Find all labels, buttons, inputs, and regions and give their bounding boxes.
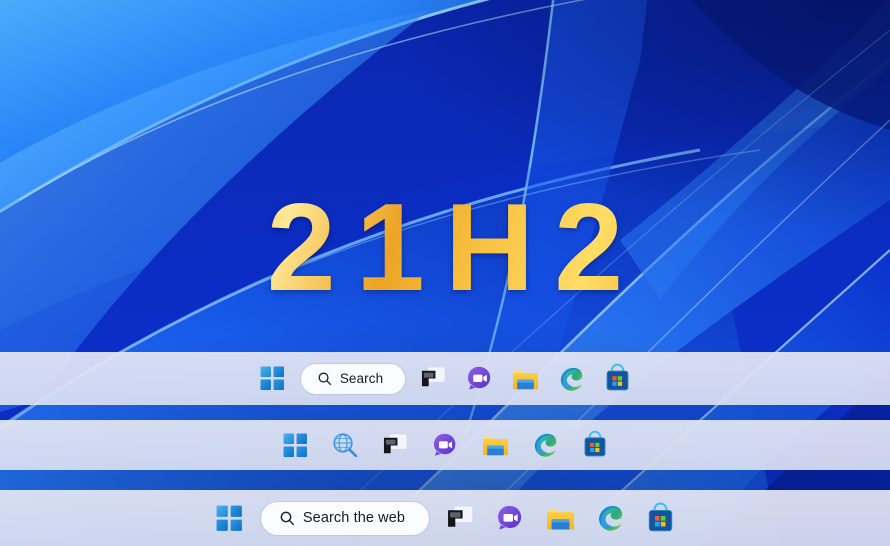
screenshot-root: 21H2 Search Search the web bbox=[0, 0, 890, 546]
file-explorer-button[interactable] bbox=[541, 499, 579, 537]
store-bag-icon bbox=[584, 430, 606, 457]
edge-button[interactable] bbox=[591, 499, 629, 537]
windows-logo-icon bbox=[216, 505, 243, 531]
store-button[interactable] bbox=[577, 427, 613, 463]
taskbar-tray: Search the web bbox=[211, 499, 679, 537]
taskbar-search-icon bbox=[0, 420, 890, 470]
search-label: Search the web bbox=[302, 510, 406, 526]
task-view-button[interactable] bbox=[415, 361, 451, 397]
chat-teams-icon bbox=[467, 366, 490, 390]
store-button[interactable] bbox=[599, 361, 635, 397]
search-icon bbox=[280, 511, 294, 526]
folder-icon bbox=[482, 436, 508, 456]
edge-button[interactable] bbox=[527, 427, 563, 463]
search-box[interactable]: Search bbox=[300, 363, 406, 394]
edge-icon bbox=[561, 367, 583, 391]
edge-icon bbox=[534, 433, 557, 457]
search-web-globe-icon bbox=[333, 433, 358, 458]
task-view-icon bbox=[421, 367, 445, 387]
search-label: Search bbox=[339, 371, 384, 386]
chat-button[interactable] bbox=[427, 427, 463, 463]
task-view-button[interactable] bbox=[441, 499, 479, 537]
task-view-icon bbox=[383, 434, 406, 453]
chat-teams-icon bbox=[498, 505, 522, 530]
store-bag-icon bbox=[648, 502, 672, 531]
edge-button[interactable] bbox=[553, 361, 589, 397]
edge-icon bbox=[599, 506, 623, 531]
store-bag-icon bbox=[606, 363, 629, 391]
taskbar-search-the-web: Search the web bbox=[0, 490, 890, 546]
folder-icon bbox=[546, 508, 574, 529]
windows-logo-icon bbox=[283, 433, 307, 457]
file-explorer-button[interactable] bbox=[477, 427, 513, 463]
chat-button[interactable] bbox=[491, 499, 529, 537]
search-web-button[interactable] bbox=[327, 427, 363, 463]
task-view-icon bbox=[447, 506, 472, 527]
taskbar-search-pill: Search bbox=[0, 352, 890, 405]
file-explorer-button[interactable] bbox=[507, 361, 543, 397]
task-view-button[interactable] bbox=[377, 427, 413, 463]
overlay-title-21h2: 21H2 bbox=[0, 186, 890, 310]
taskbar-tray: Search bbox=[255, 361, 635, 397]
start-button[interactable] bbox=[277, 427, 313, 463]
search-icon bbox=[318, 372, 331, 386]
folder-icon bbox=[512, 370, 538, 389]
chat-teams-icon bbox=[433, 433, 456, 456]
start-button[interactable] bbox=[255, 361, 291, 397]
taskbar-tray bbox=[277, 427, 613, 463]
search-box[interactable]: Search the web bbox=[260, 501, 430, 535]
store-button[interactable] bbox=[641, 499, 679, 537]
start-button[interactable] bbox=[211, 499, 249, 537]
chat-button[interactable] bbox=[461, 361, 497, 397]
windows-logo-icon bbox=[260, 366, 285, 390]
